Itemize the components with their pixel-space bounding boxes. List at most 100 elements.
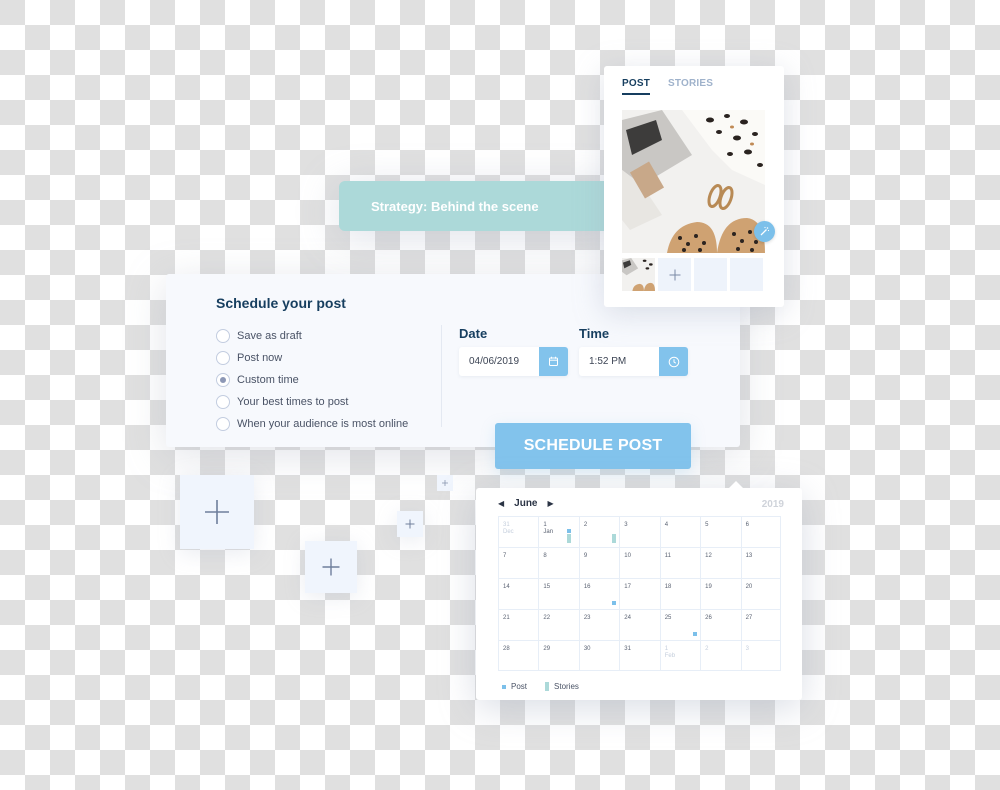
plus-icon	[322, 558, 340, 576]
day-number: 10	[624, 553, 631, 559]
day-number: 14	[503, 584, 510, 590]
calendar-day[interactable]: 24	[619, 610, 659, 640]
option-label: Post now	[237, 352, 283, 364]
calendar-day[interactable]: 8	[538, 548, 578, 578]
magic-wand-button[interactable]	[754, 221, 775, 242]
calendar-day[interactable]: 1 Jan	[538, 517, 578, 547]
date-value[interactable]: 04/06/2019	[459, 347, 539, 376]
calendar-day[interactable]: 31 Dec	[498, 517, 538, 547]
calendar-legend: Post Stories	[502, 682, 579, 691]
tab-post[interactable]: POST	[622, 78, 651, 95]
calendar-day[interactable]: 6	[740, 517, 781, 547]
radio-button[interactable]	[216, 395, 230, 409]
radio-button[interactable]	[216, 417, 230, 431]
calendar-day[interactable]: 20	[740, 579, 781, 609]
calendar-day[interactable]: 2	[700, 641, 740, 670]
post-marker[interactable]	[566, 529, 571, 533]
calendar-day[interactable]: 23	[578, 610, 619, 640]
calendar-day[interactable]: 16	[578, 579, 619, 609]
option-best-times[interactable]: Your best times to post	[216, 391, 408, 413]
day-number: 24	[624, 615, 631, 621]
legend-post-label: Post	[511, 682, 528, 691]
day-number: 9	[583, 553, 588, 559]
option-post-now[interactable]: Post now	[216, 347, 408, 369]
time-value[interactable]: 1:52 PM	[579, 347, 659, 376]
date-field[interactable]: 04/06/2019	[459, 347, 568, 376]
radio-button-checked[interactable]	[216, 373, 230, 387]
calendar-day[interactable]: 2	[578, 517, 619, 547]
add-tile-small[interactable]	[397, 511, 423, 537]
radio-button[interactable]	[216, 329, 230, 343]
calendar-day[interactable]: 3	[619, 517, 659, 547]
tab-stories[interactable]: STORIES	[668, 78, 713, 89]
legend-post-swatch	[502, 684, 506, 689]
time-field[interactable]: 1:52 PM	[579, 347, 688, 376]
option-custom-time[interactable]: Custom time	[216, 369, 408, 391]
add-tile-large[interactable]	[180, 475, 254, 549]
calendar-day[interactable]: 18	[659, 579, 700, 609]
calendar-day[interactable]: 28	[498, 641, 538, 670]
calendar-day[interactable]: 30	[578, 641, 619, 670]
strategy-banner[interactable]: Strategy: Behind the scene	[339, 181, 619, 231]
post-marker[interactable]	[612, 601, 617, 605]
calendar-week: 7 8 9 10 11 12 13	[498, 547, 781, 578]
month-abbrev: Dec	[503, 529, 514, 535]
clock-icon[interactable]	[659, 347, 688, 376]
post-image	[622, 110, 765, 253]
calendar-day[interactable]: 31	[619, 641, 659, 670]
schedule-post-button[interactable]: SCHEDULE POST	[495, 423, 691, 469]
day-number: 2	[583, 522, 588, 528]
thumbnail-image[interactable]	[622, 258, 655, 291]
post-marker[interactable]	[693, 632, 698, 636]
calendar-day[interactable]: 29	[538, 641, 578, 670]
plus-icon	[442, 480, 448, 486]
story-marker[interactable]	[566, 534, 571, 543]
day-number: 4	[664, 522, 669, 528]
schedule-options: Save as draft Post now Custom time Your …	[216, 325, 408, 435]
calendar-day[interactable]: 17	[619, 579, 659, 609]
day-number: 15	[543, 584, 551, 590]
calendar-day[interactable]: 10	[619, 548, 659, 578]
calendar-day[interactable]: 1 Feb	[659, 641, 700, 670]
day-number: 13	[745, 553, 753, 559]
calendar-day[interactable]: 26	[700, 610, 740, 640]
calendar-day[interactable]: 9	[578, 548, 619, 578]
day-number: 5	[705, 522, 709, 528]
plus-icon	[405, 519, 415, 529]
day-number: 6	[745, 522, 749, 528]
day-number: 31	[624, 646, 631, 652]
plus-icon	[205, 500, 229, 524]
radio-button[interactable]	[216, 351, 230, 365]
day-number: 12	[705, 553, 712, 559]
option-audience-online[interactable]: When your audience is most online	[216, 413, 408, 435]
calendar-day[interactable]: 15	[538, 579, 578, 609]
add-media-button[interactable]	[658, 258, 691, 291]
calendar-grid: 31 Dec 1 Jan 2 3 4 5 6 7 8 9 10 11 12 13 14 15 16 17 18 19 20 2…	[498, 516, 781, 671]
calendar-icon[interactable]	[539, 347, 568, 376]
calendar-day[interactable]: 19	[700, 579, 740, 609]
calendar-day[interactable]: 5	[700, 517, 740, 547]
calendar-day[interactable]: 4	[659, 517, 700, 547]
calendar-day[interactable]: 27	[740, 610, 781, 640]
caret-right-icon[interactable]: ▶	[548, 499, 554, 508]
calendar-day[interactable]: 3	[740, 641, 781, 670]
calendar-day[interactable]: 25	[659, 610, 700, 640]
add-tile-medium[interactable]	[305, 541, 357, 593]
story-marker[interactable]	[612, 534, 617, 543]
add-tile-tiny[interactable]	[437, 475, 453, 491]
caret-left-icon[interactable]: ◀	[498, 499, 504, 508]
calendar-day[interactable]: 14	[498, 579, 538, 609]
day-number: 25	[664, 615, 672, 621]
plus-icon	[669, 269, 680, 280]
empty-media-slot[interactable]	[694, 258, 727, 291]
calendar-day[interactable]: 11	[659, 548, 700, 578]
option-save-draft[interactable]: Save as draft	[216, 325, 408, 347]
calendar-day[interactable]: 21	[498, 610, 538, 640]
calendar-day[interactable]: 12	[700, 548, 740, 578]
calendar-day[interactable]: 13	[740, 548, 781, 578]
empty-media-slot[interactable]	[730, 258, 763, 291]
legend-stories-label: Stories	[554, 682, 579, 691]
legend-stories-swatch	[545, 682, 550, 691]
calendar-day[interactable]: 22	[538, 610, 578, 640]
calendar-day[interactable]: 7	[498, 548, 538, 578]
